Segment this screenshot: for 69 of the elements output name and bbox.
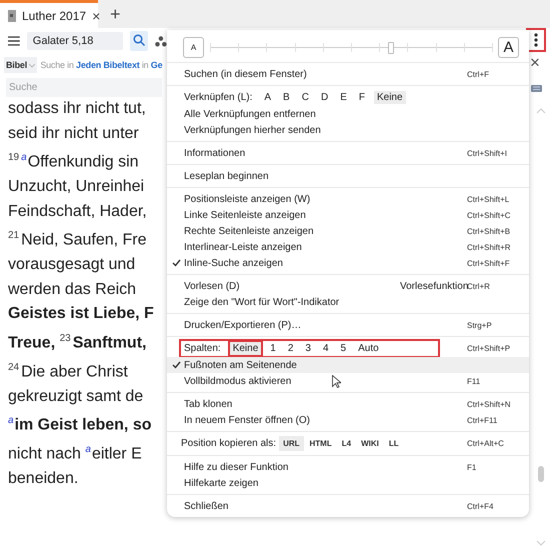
menu-item[interactable]: Alle Verknüpfungen entfernen (167, 106, 529, 122)
bible-text-line: sodass ihr nicht tut, (8, 99, 147, 119)
menu-item[interactable]: Positionsleiste anzeigen (W) Ctrl+Shift+L (167, 191, 529, 207)
menu-option[interactable]: 4 (320, 342, 332, 355)
menu-item[interactable]: Informationen Ctrl+Shift+I (167, 145, 529, 161)
bible-text-line: nicht nach $^{a}$eitler E (8, 443, 143, 465)
format-option[interactable]: URL (279, 436, 304, 451)
menu-label: Verknüpfen (L): (184, 92, 252, 103)
menu-item[interactable]: Tab klonen Ctrl+Shift+N (167, 396, 529, 412)
menu-option[interactable]: E (337, 91, 350, 104)
shortcut-text: Ctrl+Alt+C (467, 439, 505, 448)
menu-option[interactable]: 2 (284, 342, 296, 355)
menu-item[interactable]: Vollbildmodus aktivieren F11 (167, 373, 529, 389)
format-option[interactable]: HTML (306, 436, 336, 451)
bible-text-line: Treue, $^{23}$ Sanftmut, (8, 332, 148, 354)
menu-option[interactable]: D (318, 91, 332, 104)
menu-item[interactable]: Hilfekarte zeigen (167, 475, 529, 491)
bible-text-line: Feindschaft, Hader, (8, 202, 148, 222)
menu-item[interactable]: Inline-Suche anzeigen Ctrl+Shift+F (167, 255, 529, 271)
close-icon[interactable]: × (530, 53, 540, 73)
menu-option[interactable]: A (261, 91, 274, 104)
search-field[interactable]: Suche (6, 78, 162, 97)
bible-text-line: Geistes ist Liebe, F (8, 304, 155, 324)
bible-text-line: beneiden. (8, 469, 80, 490)
bible-text-line: $^{24}$ Die aber Christ (8, 360, 129, 382)
tab-label: Luther 2017 (22, 8, 86, 22)
menu-item[interactable]: Linke Seitenleiste anzeigen Ctrl+Shift+C (167, 207, 529, 223)
menu-item[interactable]: In neuem Fenster öffnen (O) Ctrl+F11 (167, 412, 529, 428)
smaller-font-button[interactable]: A (183, 36, 204, 58)
reference-field[interactable]: Galater 5,18 (26, 32, 124, 50)
bible-text-line: Unzucht, Unreinhei (8, 177, 146, 198)
menu-option[interactable]: 5 (338, 342, 350, 355)
menu-item[interactable]: Suchen (in diesem Fenster) Ctrl+F (167, 66, 529, 82)
menu-item[interactable]: Zeige den "Wort für Wort"-Indikator (167, 294, 529, 310)
menu-item[interactable]: Schließen Ctrl+F4 (167, 498, 529, 514)
search-scope-text: Suche in Jeden Bibeltext in Ge (40, 60, 162, 70)
format-option[interactable]: WIKI (357, 436, 383, 451)
menu-label: Position kopieren als: (181, 438, 276, 449)
close-tab-button[interactable]: × (92, 8, 100, 24)
bible-text-line: $^{21}$ Neid, Saufen, Fre (8, 229, 148, 251)
menu-option[interactable]: Keine (230, 342, 262, 355)
menu-item[interactable]: Interlinear-Leiste anzeigen Ctrl+Shift+R (167, 239, 529, 255)
format-option[interactable]: L4 (338, 436, 356, 451)
bible-text-line: werden das Reich (8, 280, 138, 300)
bible-text-line: seid ihr nicht unter (8, 124, 140, 144)
menu-item[interactable]: Vorlesen (D) VorlesefunktionCtrl+R (167, 278, 529, 294)
menu-item[interactable]: Rechte Seitenleiste anzeigen Ctrl+Shift+B (167, 223, 529, 239)
menu-item[interactable]: Verknüpfungen hierher senden (167, 122, 529, 138)
menu-item[interactable]: Leseplan beginnen (167, 168, 529, 184)
menu-label: Spalten: (184, 343, 221, 354)
bible-text-line: vorausgesagt und (8, 255, 136, 276)
new-tab-button[interactable]: + (98, 2, 133, 26)
module-dropdown[interactable]: Bibel (4, 57, 38, 73)
document-tab[interactable]: Luther 2017 × (0, 0, 98, 28)
menu-item[interactable]: Drucken/Exportieren (P)… Strg+P (167, 317, 529, 333)
menu-option[interactable]: C (298, 91, 312, 104)
menu-option[interactable]: B (280, 91, 293, 104)
menu-option[interactable]: 1 (267, 342, 279, 355)
bible-text-line: $^{a}$im Geist leben, so (8, 414, 152, 436)
shortcut-text: Ctrl+Shift+P (467, 344, 512, 353)
menu-option[interactable]: F (356, 91, 368, 104)
menu-item[interactable]: Hilfe zu dieser Funktion F1 (167, 459, 529, 475)
menu-item[interactable]: Fußnoten am Seitenende (167, 357, 529, 373)
larger-font-button[interactable]: A (498, 36, 519, 58)
bible-text-line: gekreuzigt samt de (8, 386, 144, 407)
menu-option[interactable]: 3 (302, 342, 314, 355)
format-option[interactable]: LL (384, 436, 403, 451)
menu-option[interactable]: Auto (355, 342, 382, 355)
menu-option[interactable]: Keine (374, 91, 406, 104)
